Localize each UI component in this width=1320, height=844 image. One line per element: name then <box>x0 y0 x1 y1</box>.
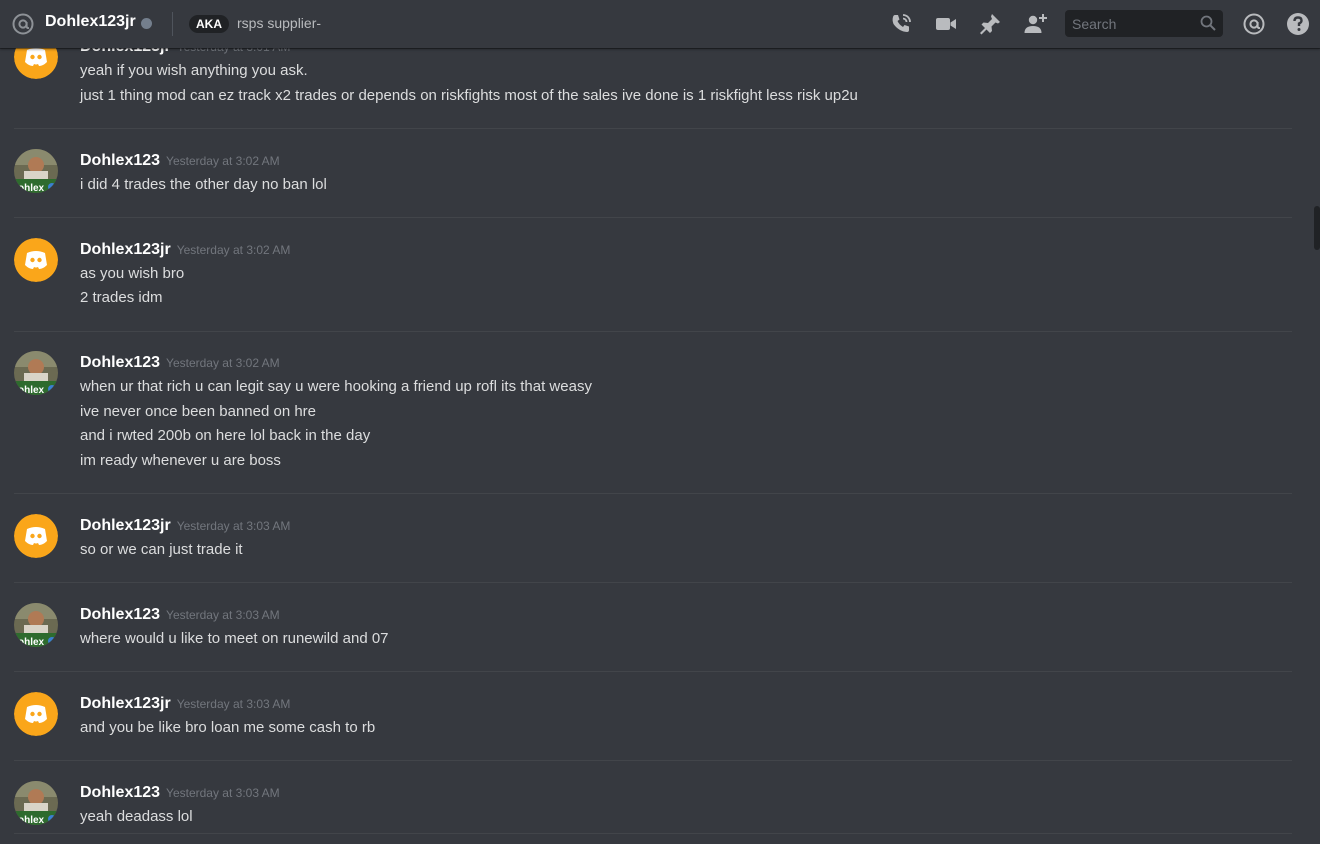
message-line: 2 trades idm <box>80 289 163 306</box>
message-line: yeah deadass lol <box>80 808 193 825</box>
mentions-icon[interactable] <box>1242 12 1266 36</box>
message-divider <box>14 582 1292 583</box>
message-author[interactable]: Dohlex123 Yesterday at 3:03 AM <box>80 784 280 802</box>
svg-text:ohlex: ohlex <box>18 183 45 193</box>
dm-title: Dohlex123jr <box>45 13 136 30</box>
message-line: just 1 thing mod can ez track x2 trades … <box>80 87 858 104</box>
message-timestamp: Yesterday at 3:03 AM <box>176 697 291 711</box>
svg-text:ohlex: ohlex <box>18 815 45 825</box>
message-line: ive never once been banned on hre <box>80 403 317 420</box>
message-author[interactable]: Dohlex123jr Yesterday at 3:03 AM <box>80 517 290 535</box>
message-author[interactable]: Dohlex123 Yesterday at 3:02 AM <box>80 152 280 170</box>
svg-text:ohlex: ohlex <box>18 637 45 647</box>
voice-call-icon[interactable] <box>889 12 913 36</box>
message-timestamp: Yesterday at 3:02 AM <box>166 356 280 370</box>
add-friend-icon[interactable] <box>1023 12 1047 36</box>
message-author[interactable]: Dohlex123jr Yesterday at 3:02 AM <box>80 241 290 259</box>
user-photo-avatar[interactable]: ohlex <box>14 351 58 395</box>
discord-default-avatar[interactable] <box>14 692 58 736</box>
pinned-messages-icon[interactable] <box>978 12 1002 36</box>
message-divider <box>14 493 1292 494</box>
message-divider <box>14 331 1292 332</box>
discord-default-avatar[interactable] <box>14 514 58 558</box>
message-divider <box>14 760 1292 761</box>
offline-status-icon <box>141 18 152 29</box>
user-photo-avatar[interactable]: ohlex <box>14 149 58 193</box>
message-divider <box>14 833 1292 834</box>
video-call-icon[interactable] <box>934 12 958 36</box>
message-line: i did 4 trades the other day no ban lol <box>80 176 327 193</box>
discord-default-avatar[interactable] <box>14 238 58 282</box>
message-divider <box>14 671 1292 672</box>
user-photo-avatar[interactable]: ohlex <box>14 603 58 647</box>
scrollbar-thumb[interactable] <box>1314 206 1320 250</box>
message-author[interactable]: Dohlex123 Yesterday at 3:03 AM <box>80 606 280 624</box>
message-line: where would u like to meet on runewild a… <box>80 630 389 647</box>
message-author[interactable]: Dohlex123 Yesterday at 3:02 AM <box>80 354 280 372</box>
message-divider <box>14 128 1292 129</box>
user-photo-avatar[interactable]: ohlex <box>14 781 58 825</box>
at-sign-icon <box>12 13 34 35</box>
header-divider <box>172 12 173 36</box>
help-icon[interactable] <box>1286 12 1310 36</box>
message-author[interactable]: Dohlex123jr Yesterday at 3:03 AM <box>80 695 290 713</box>
channel-header: Dohlex123jr AKA rsps supplier- <box>0 0 1320 48</box>
message-line: when ur that rich u can legit say u were… <box>80 378 592 395</box>
message-timestamp: Yesterday at 3:03 AM <box>166 786 280 800</box>
message-timestamp: Yesterday at 3:03 AM <box>176 519 291 533</box>
message-timestamp: Yesterday at 3:02 AM <box>166 154 280 168</box>
message-line: so or we can just trade it <box>80 541 243 558</box>
search-icon <box>1200 15 1216 31</box>
aka-name: rsps supplier- <box>237 15 322 31</box>
message-line: and you be like bro loan me some cash to… <box>80 719 376 736</box>
message-line: im ready whenever u are boss <box>80 452 281 469</box>
svg-text:ohlex: ohlex <box>18 385 45 395</box>
message-divider <box>14 217 1292 218</box>
search-input[interactable] <box>1065 10 1193 37</box>
message-line: and i rwted 200b on here lol back in the… <box>80 427 371 444</box>
message-line: as you wish bro <box>80 265 185 282</box>
message-line: yeah if you wish anything you ask. <box>80 62 308 79</box>
message-list: Dohlex123jrYesterday at 3:01 AM yeah if … <box>0 0 1320 844</box>
message-timestamp: Yesterday at 3:03 AM <box>166 608 280 622</box>
message-timestamp: Yesterday at 3:02 AM <box>176 243 291 257</box>
aka-badge: AKA <box>189 15 229 33</box>
